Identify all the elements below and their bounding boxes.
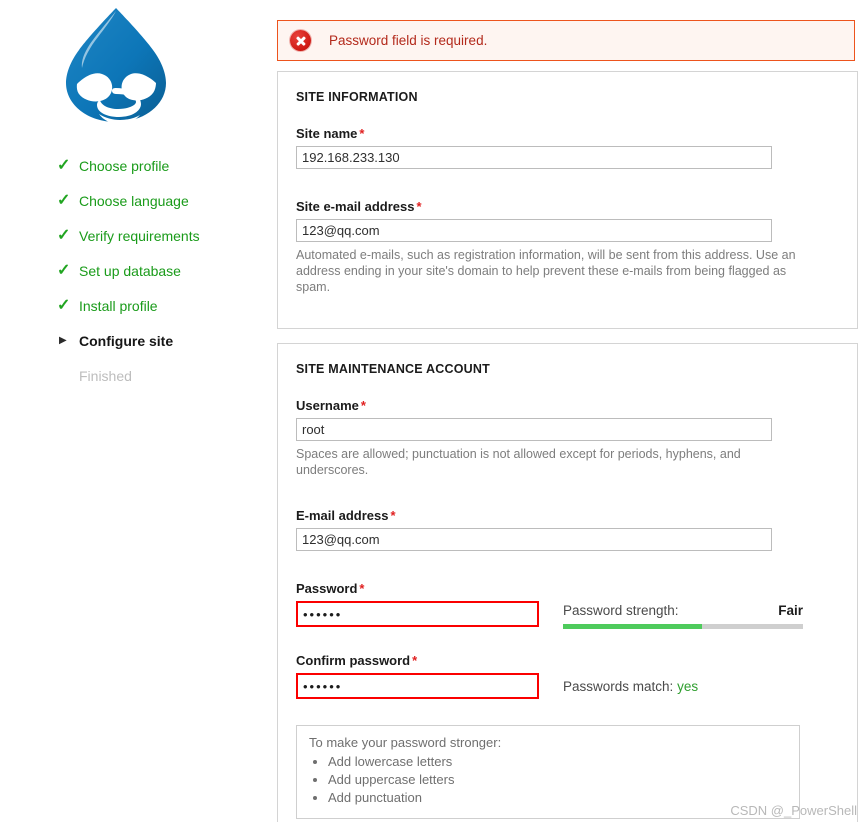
- account-email-field: E-mail address *: [296, 508, 839, 551]
- required-marker: *: [390, 508, 396, 523]
- check-icon: ✓: [57, 261, 71, 279]
- password-strength-fill: [563, 624, 703, 629]
- task-label: Choose language: [79, 192, 189, 209]
- password-strength-bar: [563, 624, 803, 629]
- task-label: Install profile: [79, 297, 158, 314]
- required-marker: *: [359, 581, 365, 596]
- account-email-label: E-mail address *: [296, 508, 839, 523]
- check-icon: ✓: [57, 226, 71, 244]
- task-item-configure-site: ▶ Configure site: [57, 323, 257, 358]
- task-item-verify-requirements: ✓ Verify requirements: [57, 218, 257, 253]
- maintenance-account-title: SITE MAINTENANCE ACCOUNT: [296, 362, 490, 376]
- task-item-finished: Finished: [57, 358, 257, 393]
- password-label: Password *: [296, 581, 839, 596]
- site-email-field: Site e-mail address* Automated e-mails, …: [296, 199, 839, 295]
- site-name-input[interactable]: [296, 146, 772, 169]
- task-label: Verify requirements: [79, 227, 200, 244]
- passwords-match-label: Passwords match:: [563, 679, 674, 694]
- task-item-choose-profile: ✓ Choose profile: [57, 148, 257, 183]
- password-tip-item: Add punctuation: [328, 789, 787, 807]
- task-label: Configure site: [79, 332, 174, 349]
- password-input[interactable]: [296, 601, 539, 627]
- install-task-list: ✓ Choose profile ✓ Choose language ✓ Ver…: [57, 148, 257, 393]
- maintenance-account-panel: SITE MAINTENANCE ACCOUNT Username* Space…: [277, 343, 858, 822]
- password-tip-item: Add uppercase letters: [328, 771, 787, 789]
- error-message: Password field is required.: [277, 20, 855, 61]
- task-label: Finished: [79, 367, 132, 384]
- passwords-match-indicator: Passwords match: yes: [541, 673, 839, 694]
- site-email-help-text: Automated e-mails, such as registration …: [296, 248, 796, 294]
- site-email-input[interactable]: [296, 219, 772, 242]
- passwords-match-value: yes: [677, 679, 699, 694]
- required-marker: *: [416, 199, 422, 214]
- check-icon: ✓: [57, 296, 71, 314]
- password-tips-box: To make your password stronger: Add lowe…: [296, 725, 800, 819]
- drupal-logo: [57, 4, 175, 126]
- confirm-password-field: Confirm password* Passwords match: yes: [296, 653, 839, 699]
- installer-sidebar: ✓ Choose profile ✓ Choose language ✓ Ver…: [0, 0, 262, 822]
- account-email-input[interactable]: [296, 528, 772, 551]
- check-icon: ✓: [57, 156, 71, 174]
- site-email-label: Site e-mail address *: [296, 199, 839, 214]
- check-icon: ✓: [57, 191, 71, 209]
- required-marker: *: [359, 126, 365, 141]
- task-item-set-up-database: ✓ Set up database: [57, 253, 257, 288]
- error-circle-x-icon: [290, 30, 311, 51]
- password-field: Password* Password strength: Fair: [296, 581, 839, 629]
- task-label: Set up database: [79, 262, 181, 279]
- confirm-password-label: Confirm password *: [296, 653, 839, 668]
- username-label: Username *: [296, 398, 839, 413]
- task-item-choose-language: ✓ Choose language: [57, 183, 257, 218]
- username-input[interactable]: [296, 418, 772, 441]
- username-help-text: Spaces are allowed; punctuation is not a…: [296, 447, 741, 477]
- watermark-text: CSDN @_PowerShell: [730, 803, 857, 818]
- password-strength-value: Fair: [778, 603, 803, 618]
- required-marker: *: [360, 398, 366, 413]
- error-message-text: Password field is required.: [329, 33, 488, 48]
- account-email-label-text: E-mail address: [296, 508, 389, 523]
- username-field: Username* Spaces are allowed; punctuatio…: [296, 398, 839, 478]
- site-name-field: Site name *: [296, 126, 839, 169]
- site-name-label: Site name *: [296, 126, 839, 141]
- task-label: Choose profile: [79, 157, 170, 174]
- confirm-password-label-text: Confirm password: [296, 653, 411, 668]
- task-item-install-profile: ✓ Install profile: [57, 288, 257, 323]
- password-label-text: Password: [296, 581, 358, 596]
- site-information-panel: SITE INFORMATION Site name* Site e-mail …: [277, 71, 858, 329]
- triangle-right-icon: ▶: [59, 334, 67, 346]
- site-email-label-text: Site e-mail address: [296, 199, 415, 214]
- username-label-text: Username: [296, 398, 359, 413]
- password-tips-list: Add lowercase letters Add uppercase lett…: [309, 753, 787, 807]
- password-strength-label: Password strength:: [563, 603, 679, 618]
- password-strength-indicator: Password strength: Fair: [541, 601, 839, 629]
- site-information-title: SITE INFORMATION: [296, 90, 418, 104]
- password-tips-title: To make your password stronger:: [309, 735, 502, 750]
- required-marker: *: [412, 653, 418, 668]
- password-tip-item: Add lowercase letters: [328, 753, 787, 771]
- site-name-label-text: Site name: [296, 126, 358, 141]
- confirm-password-input[interactable]: [296, 673, 539, 699]
- installer-main: Password field is required. SITE INFORMA…: [277, 0, 867, 822]
